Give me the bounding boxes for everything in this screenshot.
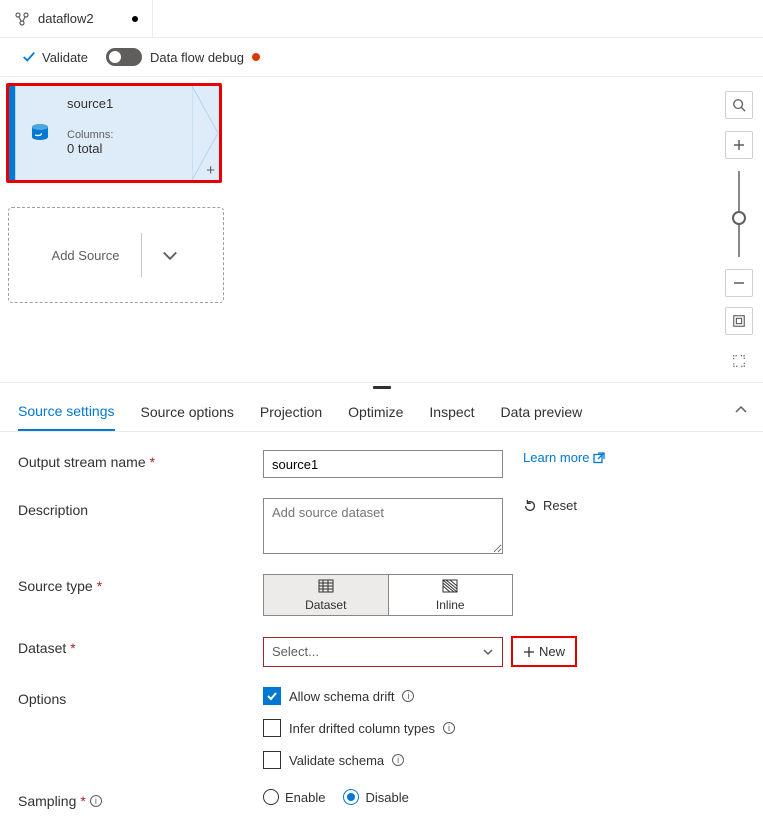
collapse-panel-icon[interactable] [733,402,749,418]
unsaved-indicator [132,16,138,22]
check-icon [22,50,36,64]
dataset-icon [318,579,334,596]
chevron-down-icon [482,646,494,658]
sampling-enable-radio[interactable]: Enable [263,789,325,805]
node-columns-label: Columns: [67,129,181,141]
panel-resizer[interactable] [0,382,763,392]
dataset-dropdown[interactable]: Select... [263,637,503,667]
debug-label: Data flow debug [150,50,244,65]
tab-source-settings[interactable]: Source settings [18,393,115,431]
allow-schema-drift-checkbox[interactable]: Allow schema drift i [263,687,455,705]
info-icon[interactable]: i [402,690,414,702]
plus-icon [523,646,535,658]
source-type-segmented: Dataset Inline [263,574,513,616]
dataset-placeholder: Select... [272,644,319,659]
editor-tab-bar: dataflow2 [0,0,763,38]
tab-source-options[interactable]: Source options [141,394,234,430]
description-label: Description [18,502,88,518]
add-source-button[interactable]: Add Source [8,207,224,303]
info-icon[interactable]: i [90,795,102,807]
dataset-label: Dataset [18,640,66,656]
zoom-out-button[interactable] [725,269,753,297]
external-link-icon [593,452,605,464]
validate-button[interactable]: Validate [22,50,88,65]
zoom-slider[interactable] [738,171,740,257]
new-dataset-highlight: New [511,636,577,667]
tab-optimize[interactable]: Optimize [348,394,403,430]
tab-data-preview[interactable]: Data preview [501,394,583,430]
source-type-inline[interactable]: Inline [389,575,513,615]
tab-inspect[interactable]: Inspect [429,394,474,430]
tab-title: dataflow2 [38,11,94,26]
sampling-label: Sampling [18,793,76,809]
info-icon[interactable]: i [443,722,455,734]
add-source-label: Add Source [52,248,120,263]
chevron-down-icon [160,245,180,265]
debug-toggle[interactable] [106,48,142,66]
search-icon [732,98,746,112]
validate-label: Validate [42,50,88,65]
dataflow-canvas[interactable]: source1 Columns: 0 total + Add Source [0,77,763,382]
node-title: source1 [67,96,181,111]
info-icon[interactable]: i [392,754,404,766]
debug-status-dot [252,53,260,61]
source-node[interactable]: source1 Columns: 0 total + [9,86,219,180]
node-columns-count: 0 total [67,141,181,156]
source-node-highlight: source1 Columns: 0 total + [6,83,222,183]
fit-to-screen-button[interactable] [725,307,753,335]
dataflow-tab[interactable]: dataflow2 [0,0,153,37]
dataflow-icon [14,11,30,27]
new-dataset-button[interactable]: New [517,640,571,663]
description-textarea[interactable] [263,498,503,554]
inline-icon [442,579,458,596]
zoom-in-button[interactable] [725,131,753,159]
plus-icon [733,139,745,151]
learn-more-link[interactable]: Learn more [523,450,605,465]
dataflow-canvas-wrap: source1 Columns: 0 total + Add Source [0,76,763,382]
panel-tabs: Source settings Source options Projectio… [0,392,763,432]
sampling-disable-radio[interactable]: Disable [343,789,408,805]
tab-projection[interactable]: Projection [260,394,322,430]
output-stream-input[interactable] [263,450,503,478]
infer-drifted-types-checkbox[interactable]: Infer drifted column types i [263,719,455,737]
options-label: Options [18,691,66,707]
fit-icon [732,314,746,328]
validate-schema-checkbox[interactable]: Validate schema i [263,751,455,769]
output-stream-label: Output stream name [18,454,146,470]
fullscreen-icon [732,354,746,368]
check-icon [266,690,278,702]
source-settings-form: Output stream name * Learn more Descript… [0,432,763,827]
source-type-label: Source type [18,578,93,594]
minus-icon [733,277,745,289]
canvas-search-button[interactable] [725,91,753,119]
toolbar: Validate Data flow debug [0,38,763,76]
source-type-dataset[interactable]: Dataset [264,575,389,615]
reset-button[interactable]: Reset [523,498,577,513]
database-icon [19,86,61,180]
fullscreen-button[interactable] [725,347,753,375]
reset-icon [523,499,537,513]
node-add-icon[interactable]: + [206,163,215,178]
